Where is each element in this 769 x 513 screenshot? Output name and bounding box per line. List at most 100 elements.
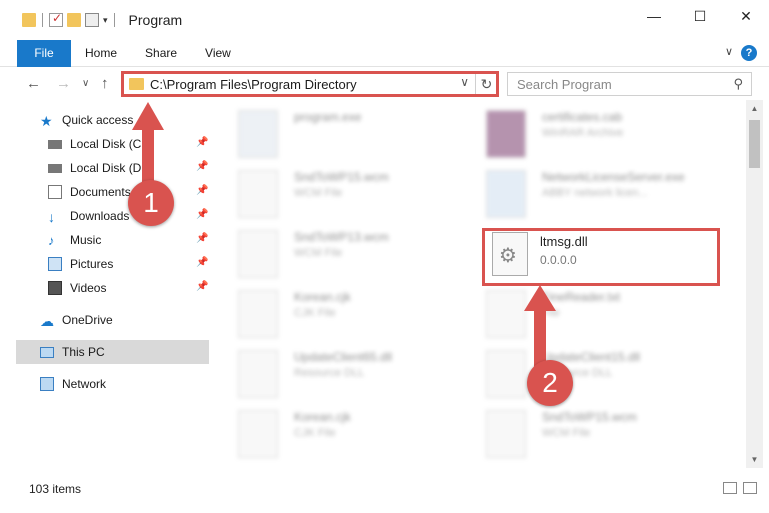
file-name: FineReader.txt: [542, 290, 621, 304]
file-icon: [486, 290, 526, 338]
pin-icon[interactable]: 📌: [196, 209, 208, 220]
sidebar-item-label: Local Disk (D:): [70, 161, 149, 175]
large-icons-view-icon[interactable]: [743, 482, 757, 494]
file-type: WCM File: [294, 187, 343, 199]
file-item[interactable]: certificates.cab WinRAR Archive: [486, 110, 726, 166]
vertical-scrollbar[interactable]: ▲ ▼: [746, 100, 763, 468]
dll-gear-icon: [492, 232, 528, 276]
dll-file-icon: [238, 350, 278, 398]
back-arrow-icon[interactable]: ←: [26, 75, 41, 92]
drive-icon: [48, 163, 62, 173]
separator: [42, 13, 43, 27]
tab-view[interactable]: View: [191, 46, 245, 60]
tab-file[interactable]: File: [17, 39, 71, 67]
customize-dropdown-icon[interactable]: ▾: [103, 15, 108, 26]
properties-check-icon[interactable]: [49, 11, 63, 27]
recent-locations-chevron-icon[interactable]: ∨: [82, 78, 89, 89]
documents-icon: [48, 185, 62, 199]
view-toggle: [723, 482, 757, 494]
file-name: NetworkLicenseServer.exe: [542, 170, 685, 184]
up-arrow-icon[interactable]: ↑: [101, 75, 109, 92]
step-badge-1: 1: [128, 180, 174, 226]
file-type: WinRAR Archive: [542, 127, 624, 139]
pin-icon[interactable]: 📌: [196, 185, 208, 196]
quick-access-toolbar: ▾: [22, 11, 117, 27]
file-icon: [238, 170, 278, 218]
file-item[interactable]: NetworkLicenseServer.exe ABBY network lic…: [486, 170, 726, 226]
file-icon: [486, 410, 526, 458]
forward-arrow-icon[interactable]: →: [56, 75, 71, 92]
search-icon[interactable]: ⚲: [733, 76, 743, 92]
address-dropdown-icon[interactable]: ∨: [460, 75, 469, 89]
help-icon[interactable]: ?: [741, 45, 757, 61]
dll-file-icon: [486, 350, 526, 398]
close-button[interactable]: ✕: [723, 0, 769, 32]
separator: [113, 13, 115, 27]
details-view-icon[interactable]: [723, 482, 737, 494]
pin-icon[interactable]: 📌: [196, 281, 208, 292]
file-item[interactable]: SndToWP15.wcm WCM File: [486, 410, 726, 466]
folder-icon: [22, 13, 36, 27]
properties-icon[interactable]: [85, 13, 99, 27]
file-type: File: [542, 307, 560, 319]
download-arrow-icon: ↓: [48, 209, 55, 225]
address-bar[interactable]: C:\Program Files\Program Directory ∨ ↻: [122, 72, 498, 96]
pin-icon[interactable]: 📌: [196, 161, 208, 172]
search-placeholder[interactable]: Search Program: [517, 77, 612, 92]
file-icon: [238, 410, 278, 458]
navigation-bar: ← → ∨ ↑ C:\Program Files\Program Directo…: [0, 67, 769, 100]
exe-file-icon: [238, 110, 278, 158]
highlighted-file-item[interactable]: ltmsg.dll 0.0.0.0: [486, 228, 718, 284]
window-title: Program: [128, 12, 183, 28]
sidebar-item-label: Quick access: [62, 113, 134, 127]
tab-share[interactable]: Share: [131, 46, 191, 60]
tab-home[interactable]: Home: [71, 46, 131, 60]
item-count: 103 items: [29, 482, 82, 496]
star-icon: ★: [40, 113, 53, 129]
window-controls: — ☐ ✕: [631, 0, 769, 32]
pictures-icon: [48, 257, 62, 271]
refresh-icon[interactable]: ↻: [475, 73, 497, 95]
file-type: CJK File: [294, 307, 336, 319]
new-folder-icon[interactable]: [67, 13, 81, 27]
file-type: CJK File: [294, 427, 336, 439]
maximize-button[interactable]: ☐: [677, 0, 723, 32]
pin-icon[interactable]: 📌: [196, 233, 208, 244]
address-path[interactable]: C:\Program Files\Program Directory: [150, 77, 357, 92]
search-input[interactable]: Search Program ⚲: [507, 72, 752, 96]
file-item[interactable]: UpdateClient15.dll Resource DLL: [486, 350, 726, 406]
file-name: program.exe: [294, 110, 362, 124]
file-item[interactable]: FineReader.txt File: [486, 290, 726, 346]
title-bar: ▾ Program — ☐ ✕: [0, 0, 769, 40]
expand-ribbon-chevron-icon[interactable]: ∨: [725, 45, 733, 58]
pin-icon[interactable]: 📌: [196, 137, 208, 148]
file-item[interactable]: program.exe: [238, 110, 478, 166]
file-item[interactable]: SndToWP15.wcm WCM File: [238, 170, 478, 226]
file-item[interactable]: SndToWP13.wcm WCM File: [238, 230, 478, 286]
file-icon: [238, 290, 278, 338]
file-list: program.exe certificates.cab WinRAR Archi…: [212, 100, 746, 468]
scrollbar-thumb[interactable]: [749, 120, 760, 168]
minimize-button[interactable]: —: [631, 0, 677, 32]
sidebar-item-label: Local Disk (C:): [70, 137, 149, 151]
file-item[interactable]: Korean.cjk CJK File: [238, 290, 478, 346]
folder-icon: [129, 78, 144, 90]
file-type: ABBY network licen...: [542, 187, 648, 199]
file-name: Korean.cjk: [294, 290, 351, 304]
file-item[interactable]: UpdateClient65.dll Resource DLL: [238, 350, 478, 406]
file-name: ltmsg.dll: [540, 234, 588, 249]
film-icon: [48, 281, 62, 295]
file-item[interactable]: Korean.cjk CJK File: [238, 410, 478, 466]
step-badge-2: 2: [527, 360, 573, 406]
file-name: Korean.cjk: [294, 410, 351, 424]
scroll-down-icon[interactable]: ▼: [746, 451, 763, 468]
file-icon: [238, 230, 278, 278]
sidebar-item-label: Documents: [70, 185, 131, 199]
sidebar-item-label: Pictures: [70, 257, 114, 271]
music-note-icon: ♪: [48, 233, 55, 248]
status-bar: 103 items: [0, 478, 769, 500]
pin-icon[interactable]: 📌: [196, 257, 208, 268]
archive-file-icon: [486, 110, 526, 158]
scroll-up-icon[interactable]: ▲: [746, 100, 763, 117]
sidebar-item-this-pc[interactable]: This PC: [16, 340, 209, 364]
